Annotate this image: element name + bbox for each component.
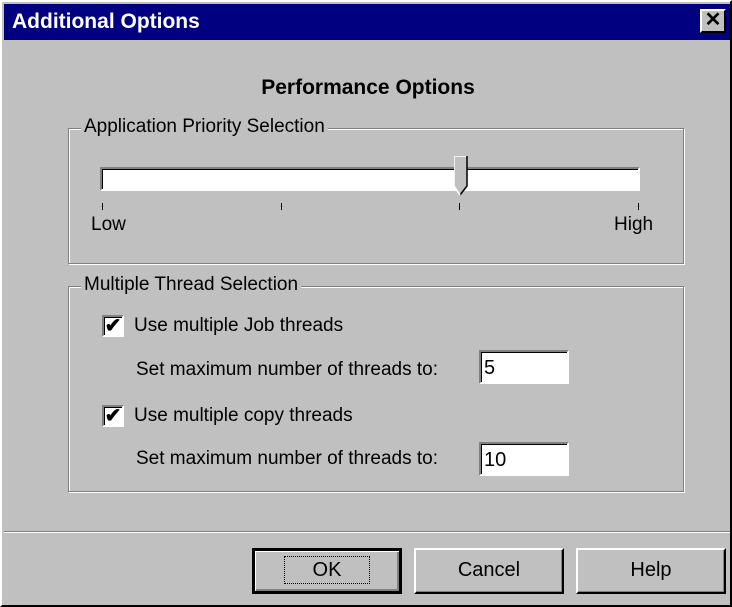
priority-group: Application Priority Selection <box>68 116 684 264</box>
cancel-button-label: Cancel <box>457 559 521 581</box>
page-title: Performance Options <box>261 76 475 99</box>
additional-options-dialog: Additional Options ✕ Performance Options… <box>0 0 732 607</box>
priority-low-label: Low <box>91 214 126 235</box>
job-max-threads-label: Set maximum number of threads to: <box>136 359 439 380</box>
title-bar: Additional Options ✕ <box>4 4 730 40</box>
cancel-button[interactable]: Cancel <box>414 548 564 594</box>
checkmark-icon: ✔ <box>104 315 122 337</box>
help-button-label: Help <box>630 559 672 581</box>
close-icon: ✕ <box>704 9 722 31</box>
checkmark-icon: ✔ <box>104 405 122 427</box>
help-button[interactable]: Help <box>576 548 726 594</box>
window-title: Additional Options <box>12 10 200 33</box>
copy-max-threads-label: Set maximum number of threads to: <box>136 448 439 469</box>
copy-max-threads-input[interactable] <box>479 442 569 476</box>
job-threads-label[interactable]: Use multiple Job threads <box>134 315 343 337</box>
copy-threads-label[interactable]: Use multiple copy threads <box>134 405 353 427</box>
close-button[interactable]: ✕ <box>700 9 726 33</box>
job-max-threads-input[interactable] <box>479 350 569 384</box>
ok-button-label: OK <box>283 556 371 584</box>
separator-highlight <box>4 532 730 533</box>
slider-tick <box>102 203 103 210</box>
priority-slider-track[interactable] <box>100 167 640 191</box>
copy-threads-checkbox[interactable]: ✔ <box>102 405 124 427</box>
slider-tick <box>459 203 461 210</box>
job-threads-checkbox[interactable]: ✔ <box>102 315 124 337</box>
slider-tick <box>280 203 282 210</box>
ok-button[interactable]: OK <box>252 548 402 594</box>
priority-slider-thumb[interactable] <box>454 156 468 196</box>
slider-tick <box>638 203 639 210</box>
priority-group-label: Application Priority Selection <box>81 116 328 138</box>
thread-group-label: Multiple Thread Selection <box>81 274 302 296</box>
priority-high-label: High <box>614 214 654 235</box>
